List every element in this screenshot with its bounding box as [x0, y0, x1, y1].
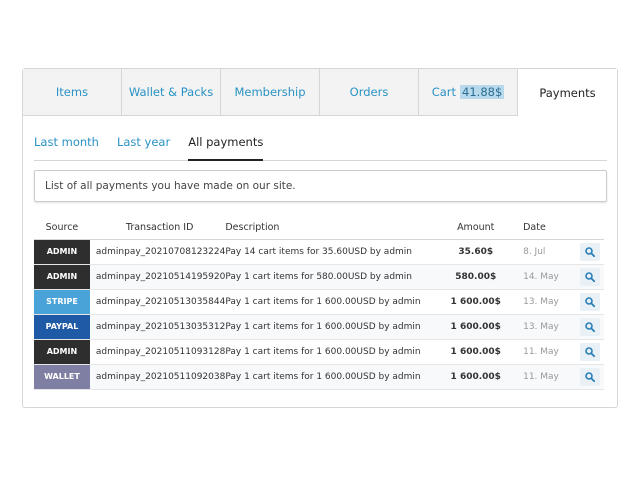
tab-orders-label: Orders [349, 85, 389, 99]
tab-cart[interactable]: Cart 41.88$ [419, 69, 518, 115]
header-source: Source [34, 216, 90, 240]
source-badge: STRIPE [34, 289, 90, 315]
actions-cell [570, 289, 604, 315]
tab-items-label: Items [55, 85, 89, 99]
view-details-button[interactable] [580, 342, 600, 361]
transaction-id-cell: adminpay_20210513035312 [89, 314, 226, 340]
view-details-button[interactable] [580, 267, 600, 286]
table-body: ADMIN adminpay_20210708123224 Pay 14 cart … [34, 239, 604, 390]
header-actions [570, 216, 604, 240]
actions-cell [570, 314, 604, 340]
cart-total-badge: 41.88$ [460, 85, 505, 99]
period-tab-bar: Last month Last year All payments [34, 135, 607, 161]
header-transaction-id: Transaction ID [89, 216, 226, 240]
date-cell: 14. May [513, 264, 571, 290]
payments-panel: Items Wallet & Packs Membership Orders C… [22, 68, 618, 408]
magnifier-icon [585, 246, 595, 257]
magnifier-icon [585, 321, 595, 332]
source-badge: PAYPAL [34, 314, 90, 340]
date-cell: 8. Jul [513, 239, 571, 265]
table-row: PAYPAL adminpay_20210513035312 Pay 1 cart … [34, 314, 604, 340]
payments-table: Source Transaction ID Description Amount… [34, 216, 604, 390]
view-details-button[interactable] [580, 367, 600, 386]
description-cell: Pay 1 cart items for 580.00USD by admin [225, 264, 439, 290]
subtab-last-year[interactable]: Last year [117, 135, 170, 161]
table-header-row: Source Transaction ID Description Amount… [34, 216, 604, 240]
tab-cart-label: Cart [431, 85, 457, 99]
description-cell: Pay 1 cart items for 1 600.00USD by admi… [225, 364, 439, 390]
transaction-id-cell: adminpay_20210708123224 [89, 239, 226, 265]
amount-cell: 580.00$ [438, 264, 514, 290]
transaction-id-cell: adminpay_20210514195920 [89, 264, 226, 290]
tab-items[interactable]: Items [23, 69, 122, 115]
date-cell: 13. May [513, 289, 571, 315]
view-details-button[interactable] [580, 242, 600, 261]
view-details-button[interactable] [580, 292, 600, 311]
table-row: STRIPE adminpay_20210513035844 Pay 1 cart … [34, 289, 604, 315]
tab-orders[interactable]: Orders [320, 69, 419, 115]
source-badge: WALLET [34, 364, 90, 390]
header-date: Date [513, 216, 571, 240]
info-message: List of all payments you have made on ou… [34, 170, 607, 202]
tab-payments[interactable]: Payments [518, 69, 617, 116]
tab-membership[interactable]: Membership [221, 69, 320, 115]
table-row: ADMIN adminpay_20210511093128 Pay 1 cart i… [34, 339, 604, 365]
actions-cell [570, 264, 604, 290]
tab-wallet-packs-label: Wallet & Packs [128, 85, 214, 99]
tab-payments-label: Payments [539, 85, 596, 100]
source-badge: ADMIN [34, 339, 90, 365]
magnifier-icon [585, 346, 595, 357]
subtab-all-payments[interactable]: All payments [188, 135, 264, 161]
table-row: ADMIN adminpay_20210708123224 Pay 14 cart … [34, 239, 604, 265]
table-row: WALLET adminpay_20210511092038 Pay 1 cart … [34, 364, 604, 390]
tab-membership-label: Membership [234, 85, 306, 99]
amount-cell: 1 600.00$ [438, 289, 514, 315]
view-details-button[interactable] [580, 317, 600, 336]
source-badge: ADMIN [34, 264, 90, 290]
magnifier-icon [585, 271, 595, 282]
amount-cell: 1 600.00$ [438, 339, 514, 365]
source-badge: ADMIN [34, 239, 90, 265]
tab-wallet-packs[interactable]: Wallet & Packs [122, 69, 221, 115]
header-amount: Amount [438, 216, 514, 240]
magnifier-icon [585, 371, 595, 382]
date-cell: 11. May [513, 364, 571, 390]
date-cell: 13. May [513, 314, 571, 340]
table-row: ADMIN adminpay_20210514195920 Pay 1 cart i… [34, 264, 604, 290]
subtab-last-month[interactable]: Last month [34, 135, 99, 161]
actions-cell [570, 239, 604, 265]
actions-cell [570, 364, 604, 390]
transaction-id-cell: adminpay_20210511093128 [89, 339, 226, 365]
date-cell: 11. May [513, 339, 571, 365]
main-tab-bar: Items Wallet & Packs Membership Orders C… [23, 69, 617, 116]
transaction-id-cell: adminpay_20210513035844 [89, 289, 226, 315]
description-cell: Pay 1 cart items for 1 600.00USD by admi… [225, 339, 439, 365]
description-cell: Pay 1 cart items for 1 600.00USD by admi… [225, 314, 439, 340]
amount-cell: 1 600.00$ [438, 314, 514, 340]
description-cell: Pay 1 cart items for 1 600.00USD by admi… [225, 289, 439, 315]
magnifier-icon [585, 296, 595, 307]
header-description: Description [225, 216, 439, 240]
amount-cell: 1 600.00$ [438, 364, 514, 390]
transaction-id-cell: adminpay_20210511092038 [89, 364, 226, 390]
amount-cell: 35.60$ [438, 239, 514, 265]
actions-cell [570, 339, 604, 365]
description-cell: Pay 14 cart items for 35.60USD by admin [225, 239, 439, 265]
